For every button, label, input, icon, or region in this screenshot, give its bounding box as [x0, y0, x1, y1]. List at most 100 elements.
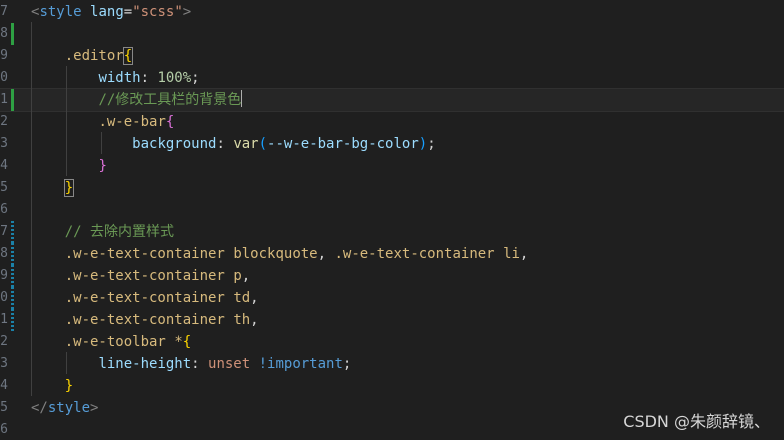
code-token: .w-e-text-container	[64, 312, 225, 328]
code-line[interactable]: 7 // 去除内置样式	[0, 221, 784, 243]
code-editor[interactable]: 6 5 </style> 4 } 3 line-height: unset !impor…	[0, 0, 784, 440]
text-cursor	[241, 90, 243, 107]
code-token: .w-e-bar	[98, 114, 166, 130]
code-text: .w-e-text-container th,	[31, 309, 259, 331]
line-number: 1	[0, 312, 8, 327]
line-number: 3	[0, 136, 8, 151]
code-token: .w-e-text-container	[334, 246, 495, 262]
code-token: --w-e-bar-bg-color	[267, 136, 419, 152]
code-line[interactable]: 9 .editor{	[0, 45, 784, 67]
code-text: .editor{	[31, 45, 134, 67]
line-number: 7	[0, 4, 8, 19]
gutter-added-marker[interactable]	[11, 89, 14, 111]
code-text: }	[31, 375, 73, 397]
line-number: 4	[0, 158, 8, 173]
line-number: 2	[0, 334, 8, 349]
code-text: </style>	[31, 397, 98, 419]
line-number: 6	[0, 202, 8, 217]
gutter-added-marker[interactable]	[11, 23, 14, 45]
code-token: background	[132, 136, 217, 152]
code-line[interactable]: 5 }	[0, 177, 784, 199]
gutter-modified-marker[interactable]	[11, 243, 14, 265]
gutter-modified-marker[interactable]	[11, 265, 14, 287]
code-token: .editor	[64, 48, 124, 64]
code-text: <style lang="scss">	[31, 1, 191, 23]
code-text: }	[31, 155, 107, 177]
code-token: >	[182, 4, 192, 20]
code-line[interactable]: 6	[0, 199, 784, 221]
code-token: td	[233, 290, 251, 306]
code-text: }	[31, 177, 75, 199]
line-number: 0	[0, 290, 8, 305]
line-number: 4	[0, 378, 8, 393]
code-token: ;	[191, 70, 200, 86]
code-token: ,	[250, 312, 259, 328]
code-token: var	[233, 136, 259, 152]
indent-guide	[66, 352, 67, 374]
code-line[interactable]: 2 .w-e-bar{	[0, 111, 784, 133]
code-line[interactable]: 1 .w-e-text-container th,	[0, 309, 784, 331]
code-text: .w-e-text-container p,	[31, 265, 250, 287]
code-token: ,	[250, 290, 259, 306]
code-token: p	[233, 268, 242, 284]
code-token: {	[122, 47, 134, 65]
code-token: {	[182, 334, 192, 350]
code-token: :	[216, 136, 234, 152]
gutter-modified-marker[interactable]	[11, 287, 14, 309]
code-line[interactable]: 4 }	[0, 155, 784, 177]
code-line[interactable]: 8	[0, 23, 784, 45]
code-text: .w-e-toolbar *{	[31, 331, 191, 353]
code-token: (	[258, 136, 268, 152]
code-text: width: 100%;	[31, 67, 200, 89]
line-number: 9	[0, 268, 8, 283]
code-line[interactable]: 4 }	[0, 375, 784, 397]
watermark-text: CSDN @朱颜辞镜、	[623, 412, 770, 431]
code-token: line-height	[98, 356, 192, 372]
code-line[interactable]: 9 .w-e-text-container p,	[0, 265, 784, 287]
code-token: >	[90, 400, 99, 416]
code-token: ,	[241, 268, 251, 284]
code-line[interactable]: 0 .w-e-text-container td,	[0, 287, 784, 309]
code-token: width	[98, 70, 141, 86]
code-text: // 去除内置样式	[31, 221, 174, 243]
code-text: .w-e-text-container blockquote, .w-e-tex…	[31, 243, 529, 265]
code-line[interactable]: 7 <style lang="scss">	[0, 1, 784, 23]
code-token: style	[47, 400, 91, 416]
indent-guide	[31, 22, 32, 396]
code-token: ;	[342, 356, 352, 372]
code-line[interactable]: 3 background: var(--w-e-bar-bg-color);	[0, 133, 784, 155]
code-token: ,	[519, 246, 529, 262]
code-line[interactable]: 2 .w-e-toolbar *{	[0, 331, 784, 353]
code-line[interactable]: 8 .w-e-text-container blockquote, .w-e-t…	[0, 243, 784, 265]
code-token: =	[123, 4, 133, 20]
code-line[interactable]: 3 line-height: unset !important;	[0, 353, 784, 375]
gutter-modified-marker[interactable]	[11, 221, 14, 243]
code-token: {	[165, 114, 175, 130]
code-text: .w-e-bar{	[31, 111, 174, 133]
code-token: unset	[208, 356, 251, 372]
code-token: )	[418, 136, 428, 152]
line-number: 9	[0, 48, 8, 63]
code-token: "scss"	[132, 4, 183, 20]
code-token: }	[98, 158, 107, 174]
code-text: background: var(--w-e-bar-bg-color);	[31, 133, 435, 155]
code-token: }	[63, 179, 75, 197]
code-token: .w-e-toolbar	[64, 334, 166, 350]
code-line[interactable]: 0 width: 100%;	[0, 67, 784, 89]
code-line[interactable]: 1 //修改工具栏的背景色	[0, 88, 784, 112]
code-token: li	[503, 246, 520, 262]
code-text: .w-e-text-container td,	[31, 287, 259, 309]
code-token: 100%	[157, 70, 192, 86]
code-text: line-height: unset !important;	[31, 353, 351, 375]
gutter-modified-marker[interactable]	[11, 309, 14, 331]
code-token: .w-e-text-container	[64, 268, 225, 284]
code-token: .w-e-text-container	[64, 246, 225, 262]
